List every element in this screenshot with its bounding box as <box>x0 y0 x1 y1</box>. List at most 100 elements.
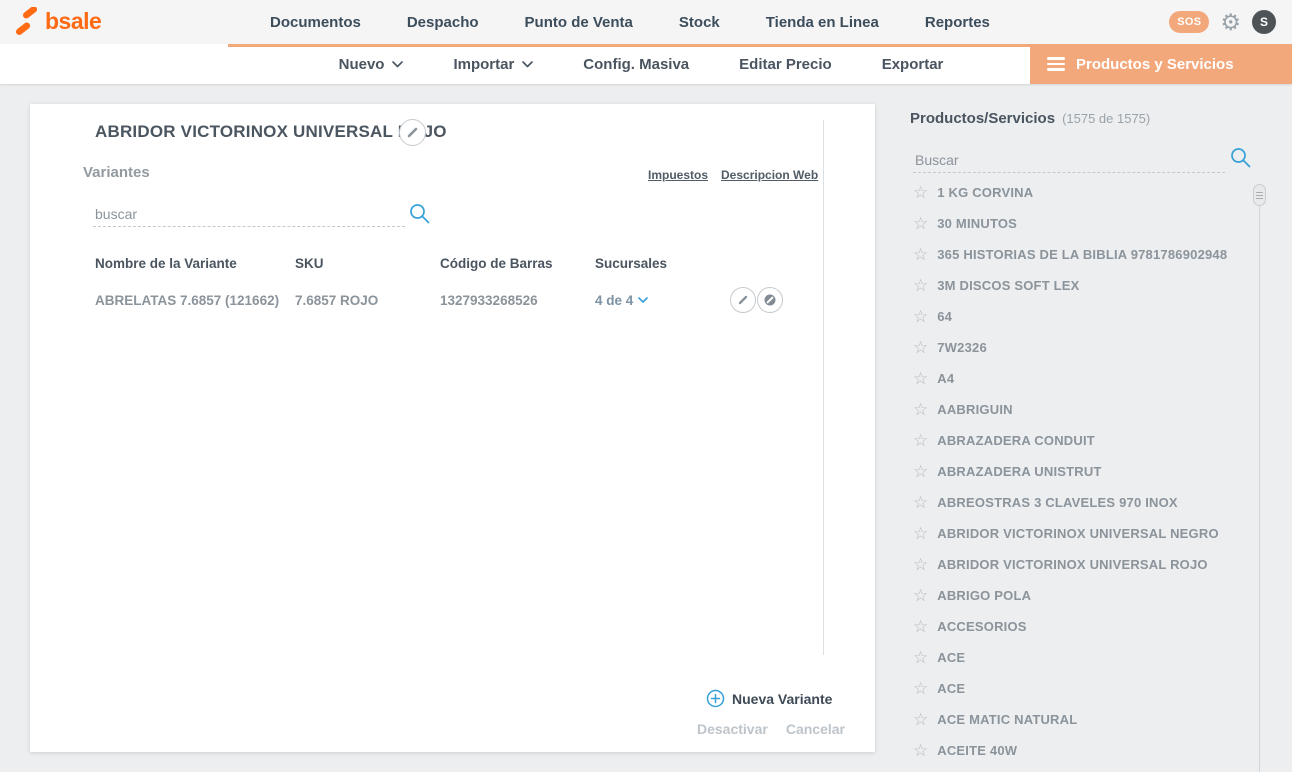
star-icon[interactable]: ☆ <box>913 649 928 666</box>
product-list-item[interactable]: ☆ ACE <box>913 673 1253 704</box>
toolbar-item[interactable]: Nuevo <box>339 56 404 73</box>
top-nav-item[interactable]: Reportes <box>925 14 990 31</box>
product-list-item-label: ACE <box>937 650 965 665</box>
star-icon[interactable]: ☆ <box>913 184 928 201</box>
user-avatar[interactable]: S <box>1252 10 1276 34</box>
toolbar-item-label: Nuevo <box>339 56 385 73</box>
variants-section-label: Variantes <box>83 164 150 181</box>
scrollbar-track[interactable] <box>1259 200 1260 772</box>
product-list-item[interactable]: ☆ ABRIDOR VICTORINOX UNIVERSAL ROJO <box>913 549 1253 580</box>
product-list-item[interactable]: ☆ ACCESORIOS <box>913 611 1253 642</box>
main-content: ABRIDOR VICTORINOX UNIVERSAL ROJO Varian… <box>0 84 1292 772</box>
edit-product-button[interactable] <box>399 119 426 146</box>
card-links: Impuestos Descripcion Web <box>648 168 818 182</box>
cancel-button[interactable]: Cancelar <box>786 721 845 737</box>
card-link[interactable]: Descripcion Web <box>721 168 818 182</box>
search-icon[interactable] <box>1229 146 1252 169</box>
star-icon[interactable]: ☆ <box>913 215 928 232</box>
product-list-item-label: AABRIGUIN <box>937 402 1012 417</box>
card-divider <box>823 120 824 655</box>
column-header: Código de Barras <box>440 256 595 271</box>
star-icon[interactable]: ☆ <box>913 463 928 480</box>
edit-variant-button[interactable] <box>730 287 756 313</box>
product-list-item[interactable]: ☆ ABRIDOR VICTORINOX UNIVERSAL NEGRO <box>913 518 1253 549</box>
star-icon[interactable]: ☆ <box>913 339 928 356</box>
star-icon[interactable]: ☆ <box>913 587 928 604</box>
products-services-panel-button[interactable]: Productos y Servicios <box>1030 44 1292 84</box>
product-list-item[interactable]: ☆ ABRAZADERA UNISTRUT <box>913 456 1253 487</box>
plus-circle-icon <box>706 689 725 708</box>
star-icon[interactable]: ☆ <box>913 277 928 294</box>
variant-sku: 7.6857 ROJO <box>295 293 440 308</box>
new-variant-button[interactable]: Nueva Variante <box>706 689 832 708</box>
star-icon[interactable]: ☆ <box>913 556 928 573</box>
star-icon[interactable]: ☆ <box>913 370 928 387</box>
variant-search <box>93 202 405 227</box>
toolbar-item[interactable]: Editar Precio <box>739 56 832 73</box>
star-icon[interactable]: ☆ <box>913 494 928 511</box>
star-icon[interactable]: ☆ <box>913 401 928 418</box>
product-list-item[interactable]: ☆ ABRAZADERA CONDUIT <box>913 425 1253 456</box>
product-list-item[interactable]: ☆ 7W2326 <box>913 332 1253 363</box>
gear-icon[interactable]: ⚙ <box>1220 11 1241 34</box>
sidebar-title: Productos/Servicios <box>910 110 1055 127</box>
product-list-item[interactable]: ☆ A4 <box>913 363 1253 394</box>
top-nav-item[interactable]: Punto de Venta <box>525 14 633 31</box>
product-title: ABRIDOR VICTORINOX UNIVERSAL ROJO <box>95 122 447 142</box>
card-footer: Desactivar Cancelar <box>697 721 845 737</box>
product-list-item-label: ABRAZADERA CONDUIT <box>937 433 1095 448</box>
sidebar-header: Productos/Servicios (1575 de 1575) <box>910 110 1292 127</box>
product-list-item-label: ABRIDOR VICTORINOX UNIVERSAL NEGRO <box>937 526 1219 541</box>
top-nav-item[interactable]: Stock <box>679 14 720 31</box>
variant-search-input[interactable] <box>93 202 405 227</box>
product-list-item[interactable]: ☆ 365 HISTORIAS DE LA BIBLIA 97817869029… <box>913 239 1253 270</box>
top-navigation-bar: bsale Documentos Despacho Punto de Venta… <box>0 0 1292 44</box>
deactivate-button[interactable]: Desactivar <box>697 721 768 737</box>
star-icon[interactable]: ☆ <box>913 525 928 542</box>
product-list-item[interactable]: ☆ ACEITE 40W <box>913 735 1253 766</box>
star-icon[interactable]: ☆ <box>913 618 928 635</box>
star-icon[interactable]: ☆ <box>913 308 928 325</box>
search-icon[interactable] <box>408 202 431 225</box>
toolbar-item[interactable]: Config. Masiva <box>583 56 689 73</box>
product-list-item[interactable]: ☆ ACE MATIC NATURAL <box>913 704 1253 735</box>
product-list-item[interactable]: ☆ AABRIGUIN <box>913 394 1253 425</box>
top-nav-item[interactable]: Documentos <box>270 14 361 31</box>
product-list-item[interactable]: ☆ ABREOSTRAS 3 CLAVELES 970 INOX <box>913 487 1253 518</box>
sos-badge[interactable]: SOS <box>1169 11 1209 33</box>
panel-button-label: Productos y Servicios <box>1076 56 1234 73</box>
product-list-item[interactable]: ☆ 1 KG CORVINA <box>913 177 1253 208</box>
bsale-logo-icon <box>14 7 39 35</box>
product-list-item[interactable]: ☆ 30 MINUTOS <box>913 208 1253 239</box>
product-list-item-label: ACE MATIC NATURAL <box>937 712 1077 727</box>
scrollbar-thumb[interactable] <box>1253 184 1266 206</box>
toolbar-item-label: Exportar <box>882 56 944 73</box>
sucursales-value: 4 de 4 <box>595 293 633 308</box>
product-list-item-label: 3M DISCOS SOFT LEX <box>937 278 1079 293</box>
star-icon[interactable]: ☆ <box>913 432 928 449</box>
top-nav-item[interactable]: Tienda en Linea <box>766 14 879 31</box>
product-list-item[interactable]: ☆ ABRIGO POLA <box>913 580 1253 611</box>
card-link[interactable]: Impuestos <box>648 168 708 182</box>
sidebar-count: (1575 de 1575) <box>1062 111 1150 126</box>
chevron-down-icon <box>522 61 533 68</box>
toolbar-item[interactable]: Exportar <box>882 56 944 73</box>
bsale-logo[interactable]: bsale <box>14 7 101 35</box>
top-nav-item[interactable]: Despacho <box>407 14 479 31</box>
star-icon[interactable]: ☆ <box>913 711 928 728</box>
star-icon[interactable]: ☆ <box>913 680 928 697</box>
sidebar-search-input[interactable] <box>913 148 1225 173</box>
disable-variant-button[interactable] <box>757 287 783 313</box>
sucursales-dropdown[interactable]: 4 de 4 <box>595 293 648 308</box>
chevron-down-icon <box>638 297 648 304</box>
product-list-item-label: ACCESORIOS <box>937 619 1026 634</box>
product-list-item[interactable]: ☆ ACE <box>913 642 1253 673</box>
star-icon[interactable]: ☆ <box>913 246 928 263</box>
star-icon[interactable]: ☆ <box>913 742 928 759</box>
product-list-item[interactable]: ☆ 3M DISCOS SOFT LEX <box>913 270 1253 301</box>
product-list-item[interactable]: ☆ 64 <box>913 301 1253 332</box>
pencil-icon <box>406 126 419 139</box>
product-detail-card: ABRIDOR VICTORINOX UNIVERSAL ROJO Varian… <box>30 104 875 752</box>
toolbar-item[interactable]: Importar <box>453 56 533 73</box>
product-list-item-label: 1 KG CORVINA <box>937 185 1033 200</box>
